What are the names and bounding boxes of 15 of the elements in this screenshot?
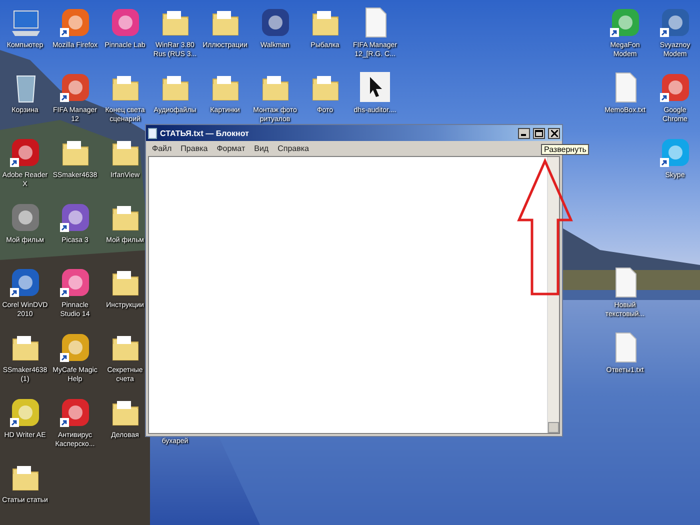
tooltip: Развернуть [541,144,590,155]
notepad-icon [148,128,157,138]
scrollbar[interactable] [547,157,559,433]
menu-item[interactable]: Справка [274,144,313,153]
menu-item[interactable]: Правка [176,144,212,153]
menu-item[interactable]: Вид [250,144,273,153]
menu-item[interactable]: Файл [148,144,176,153]
window-title: СТАТЬЯ.txt — Блокнот [160,128,250,138]
minimize-button[interactable] [518,128,530,138]
maximize-icon [535,130,543,136]
maximize-button[interactable] [533,128,545,138]
close-button[interactable] [548,128,560,138]
menu-item[interactable]: Формат [212,144,250,153]
cursor-icon[interactable] [358,70,392,104]
close-icon [550,130,558,136]
